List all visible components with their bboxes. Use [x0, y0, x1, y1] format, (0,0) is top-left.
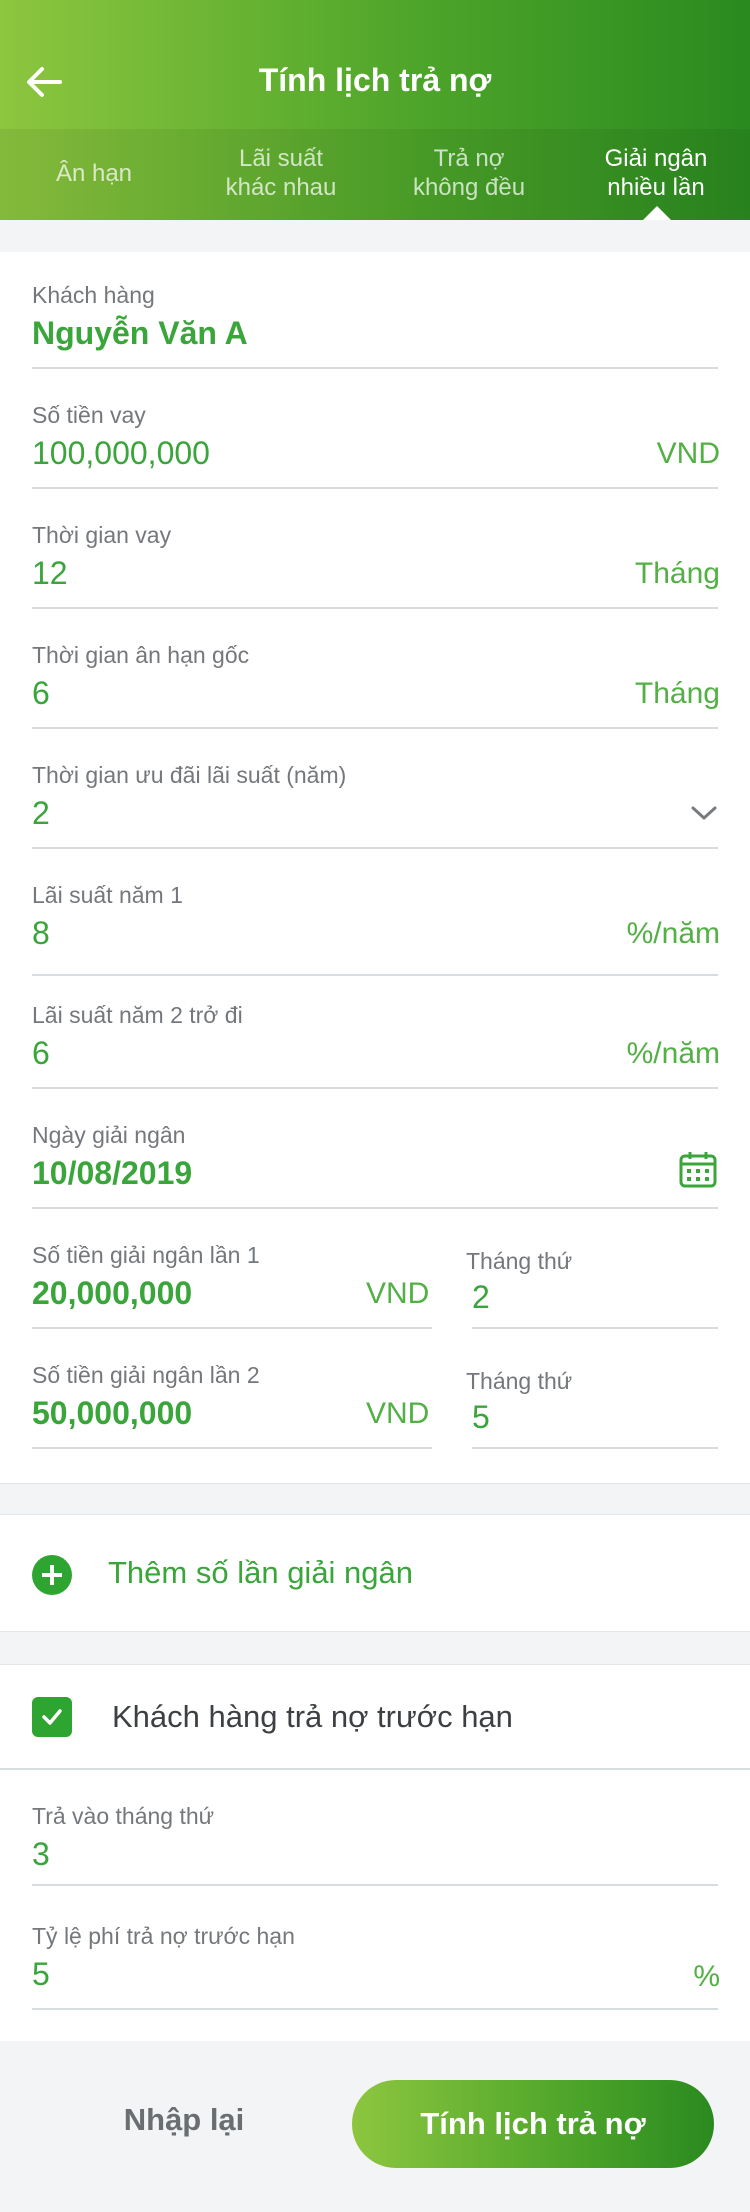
rate-year2-label: Lãi suất năm 2 trở đi — [32, 1002, 243, 1028]
divider — [32, 1207, 718, 1209]
rate-year1-label: Lãi suất năm 1 — [32, 882, 183, 908]
divider — [32, 727, 718, 729]
add-disbursement-button[interactable]: Thêm số lần giải ngân — [0, 1514, 750, 1632]
divider — [32, 847, 718, 849]
loan-term-value: 12 — [32, 555, 68, 591]
disbursement-1-amount-value: 20,000,000 — [32, 1275, 193, 1311]
rate-year2-value: 6 — [32, 1035, 50, 1071]
divider — [32, 1884, 718, 1886]
divider — [32, 1447, 432, 1449]
disbursement-1-unit: VND — [366, 1277, 430, 1310]
prepay-month-field[interactable]: Trả vào tháng thứ 3 — [32, 1803, 214, 1873]
page-title: Tính lịch trả nợ — [258, 62, 492, 98]
prepay-fee-unit: % — [693, 1960, 720, 1993]
grace-period-label: Thời gian ân hạn gốc — [32, 642, 250, 668]
divider — [32, 1327, 432, 1329]
disbursement-1-month-label: Tháng thứ — [466, 1248, 573, 1274]
divider — [0, 1768, 750, 1770]
prepay-fee-label: Tỷ lệ phí trả nợ trước hạn — [32, 1923, 295, 1949]
customer-label: Khách hàng — [32, 282, 155, 308]
promo-period-value: 2 — [32, 795, 50, 831]
prepay-month-label: Trả vào tháng thứ — [32, 1803, 215, 1829]
grace-period-unit: Tháng — [634, 677, 720, 710]
prepay-section: Khách hàng trả nợ trước hạn Trả vào thán… — [0, 1664, 750, 2041]
add-disbursement-label: Thêm số lần giải ngân — [108, 1555, 414, 1590]
promo-period-select[interactable]: Thời gian ưu đãi lãi suất (năm) 2 — [32, 762, 346, 832]
rate-year2-field[interactable]: Lãi suất năm 2 trở đi 6 — [32, 1002, 243, 1072]
prepay-month-value: 3 — [32, 1836, 50, 1872]
disbursement-2-month-value: 5 — [472, 1399, 490, 1435]
rate-year1-value: 8 — [32, 915, 50, 951]
prepay-fee-field[interactable]: Tỷ lệ phí trả nợ trước hạn 5 — [32, 1923, 295, 1993]
divider — [32, 974, 718, 976]
disbursement-1-amount-label: Số tiền giải ngân lần 1 — [32, 1242, 260, 1268]
tab-different-rates[interactable]: Lãi suất khác nhau — [187, 144, 375, 202]
loan-term-field[interactable]: Thời gian vay 12 — [32, 522, 171, 592]
tab-irregular-repayment[interactable]: Trả nợ không đều — [375, 144, 563, 202]
customer-value: Nguyễn Văn A — [32, 315, 248, 351]
disbursement-date-field[interactable]: Ngày giải ngân 10/08/2019 — [32, 1122, 192, 1192]
divider — [32, 487, 718, 489]
prepay-checkbox[interactable] — [32, 1697, 72, 1737]
disbursement-2-amount-field[interactable]: Số tiền giải ngân lần 2 50,000,000 — [32, 1362, 260, 1432]
loan-amount-label: Số tiền vay — [32, 402, 146, 428]
calculate-schedule-button[interactable]: Tính lịch trả nợ — [352, 2080, 714, 2168]
prepay-fee-value: 5 — [32, 1956, 50, 1992]
tab-grace-period[interactable]: Ân hạn — [0, 159, 188, 188]
disbursement-date-label: Ngày giải ngân — [32, 1122, 186, 1148]
disbursement-2-amount-value: 50,000,000 — [32, 1395, 193, 1431]
disbursement-2-unit: VND — [366, 1397, 430, 1430]
disbursement-2-month-label: Tháng thứ — [466, 1368, 573, 1394]
grace-period-field[interactable]: Thời gian ân hạn gốc 6 — [32, 642, 249, 712]
rate-year1-unit: %/năm — [626, 917, 720, 950]
reset-button[interactable]: Nhập lại — [84, 2102, 284, 2138]
app-header: Tính lịch trả nợ Ân hạn Lãi suất khác nh… — [0, 0, 750, 220]
prepay-checkbox-label[interactable]: Khách hàng trả nợ trước hạn — [112, 1699, 513, 1735]
divider — [32, 607, 718, 609]
check-icon — [42, 1709, 62, 1725]
tab-multiple-disbursements[interactable]: Giải ngân nhiều lần — [562, 144, 750, 202]
disbursement-1-amount-field[interactable]: Số tiền giải ngân lần 1 20,000,000 — [32, 1242, 260, 1312]
loan-term-unit: Tháng — [634, 557, 720, 590]
active-tab-indicator — [643, 206, 671, 220]
disbursement-date-value: 10/08/2019 — [32, 1155, 193, 1191]
promo-period-label: Thời gian ưu đãi lãi suất (năm) — [32, 762, 347, 788]
disbursement-2-amount-label: Số tiền giải ngân lần 2 — [32, 1362, 260, 1388]
add-circle-icon — [32, 1555, 72, 1595]
loan-form: Khách hàng Nguyễn Văn A Số tiền vay 100,… — [0, 252, 750, 1484]
loan-amount-unit: VND — [656, 437, 720, 470]
loan-amount-value: 100,000,000 — [32, 435, 210, 471]
loan-term-label: Thời gian vay — [32, 522, 172, 548]
divider — [32, 367, 718, 369]
loan-amount-field[interactable]: Số tiền vay 100,000,000 — [32, 402, 210, 472]
customer-field[interactable]: Khách hàng Nguyễn Văn A — [32, 282, 248, 352]
divider — [472, 1447, 718, 1449]
disbursement-1-month-field[interactable]: Tháng thứ 2 — [466, 1248, 572, 1316]
disbursement-2-month-field[interactable]: Tháng thứ 5 — [466, 1368, 572, 1436]
divider — [32, 2008, 718, 2010]
calendar-icon[interactable] — [678, 1150, 718, 1190]
rate-year2-unit: %/năm — [626, 1037, 720, 1070]
grace-period-value: 6 — [32, 675, 50, 711]
disbursement-1-month-value: 2 — [472, 1279, 490, 1315]
chevron-down-icon[interactable] — [690, 804, 718, 822]
divider — [32, 1087, 718, 1089]
divider — [472, 1327, 718, 1329]
rate-year1-field[interactable]: Lãi suất năm 1 8 — [32, 882, 183, 952]
